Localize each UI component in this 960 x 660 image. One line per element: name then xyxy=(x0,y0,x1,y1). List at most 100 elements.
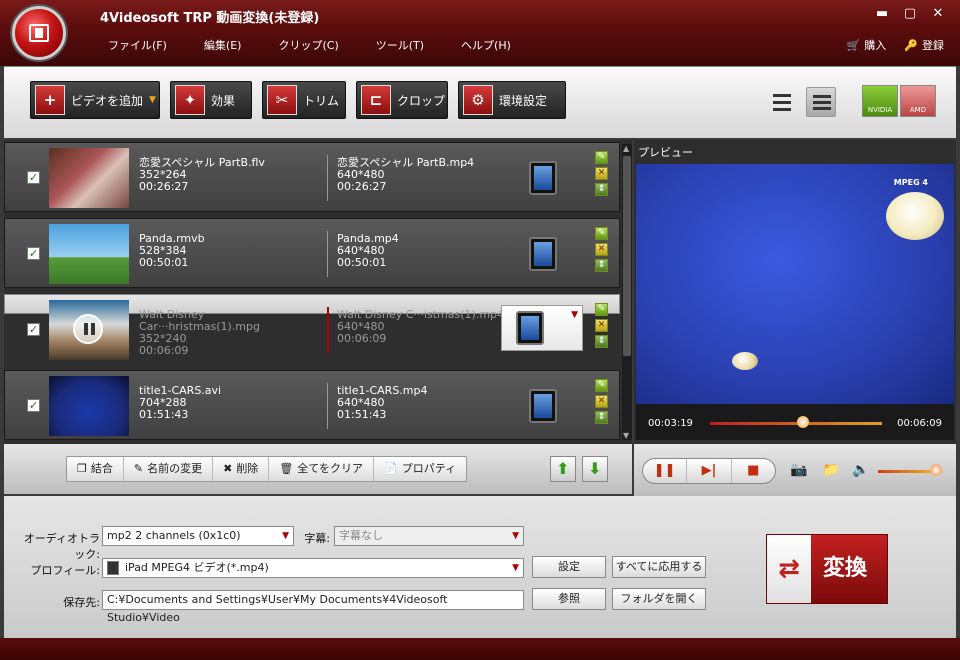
expand-icon[interactable]: ⇕ xyxy=(595,411,608,424)
chevron-down-icon: ▼ xyxy=(512,563,519,573)
dropdown-arrow-icon[interactable]: ▼ xyxy=(149,95,156,105)
video-thumbnail xyxy=(49,148,129,208)
divider xyxy=(327,307,329,353)
ipad-device-icon xyxy=(516,311,544,345)
buy-link[interactable]: 🛒 購入 xyxy=(847,37,887,53)
edit-icon[interactable]: ✎ xyxy=(595,151,608,164)
convert-button[interactable]: ⇄ 変換 xyxy=(766,534,888,604)
stop-button[interactable]: ■ xyxy=(732,459,775,483)
scrollbar-thumb[interactable] xyxy=(623,156,631,356)
apply-all-button[interactable]: すべてに応用する xyxy=(612,556,706,578)
output-info: Walt Disney C···istmas(1).mp4 640*480 00… xyxy=(337,308,505,345)
camera-icon[interactable]: 📷 xyxy=(790,462,807,478)
trim-button[interactable]: ✂ トリム xyxy=(262,81,346,119)
save-path-input[interactable]: C:¥Documents and Settings¥User¥My Docume… xyxy=(102,590,524,624)
remove-icon[interactable]: ✕ xyxy=(595,395,608,408)
gear-icon: ⚙ xyxy=(463,85,493,115)
file-checkbox[interactable]: ✓ xyxy=(27,247,40,260)
ipad-device-icon[interactable] xyxy=(529,237,557,271)
trash-icon: 🗑 xyxy=(279,462,294,475)
pause-overlay-icon[interactable] xyxy=(73,314,103,344)
list-toolbar: ❐ 結合 ✎ 名前の変更 ✖ 削除 🗑 全てをクリア 📄 プロパティ ⬆ ⬇ xyxy=(4,444,632,494)
menu-clip[interactable]: クリップ(C) xyxy=(278,37,338,53)
pause-button[interactable]: ❚❚ xyxy=(643,459,688,483)
properties-button[interactable]: 📄 プロパティ xyxy=(374,457,466,481)
browse-button[interactable]: 参照 xyxy=(532,588,606,610)
remove-icon[interactable]: ✕ xyxy=(595,167,608,180)
crop-icon: ⊏ xyxy=(361,85,391,115)
file-row[interactable]: ✓ 恋愛スペシャル PartB.flv 352*264 00:26:27 恋愛ス… xyxy=(4,142,620,212)
file-list: ✓ 恋愛スペシャル PartB.flv 352*264 00:26:27 恋愛ス… xyxy=(4,140,632,444)
register-link[interactable]: 🔑 登録 xyxy=(904,37,944,53)
detail-view-button[interactable] xyxy=(806,87,836,117)
file-checkbox[interactable]: ✓ xyxy=(27,323,40,336)
step-forward-button[interactable]: ▶| xyxy=(687,459,732,483)
volume-knob[interactable] xyxy=(929,464,942,476)
list-view-button[interactable] xyxy=(766,87,796,117)
progress-track[interactable] xyxy=(710,422,882,425)
amd-gpu-badge[interactable]: AMD xyxy=(900,85,936,117)
effect-button[interactable]: ✦ 効果 xyxy=(170,81,252,119)
nvidia-gpu-badge[interactable]: NVIDIA xyxy=(862,85,898,117)
app-logo-icon xyxy=(12,6,66,60)
menu-file[interactable]: ファイル(F) xyxy=(108,37,167,53)
preferences-button[interactable]: ⚙ 環境設定 xyxy=(458,81,566,119)
file-row[interactable]: ✓ Panda.rmvb 528*384 00:50:01 Panda.mp4 … xyxy=(4,218,620,288)
remove-icon[interactable]: ✕ xyxy=(595,319,608,332)
delete-button[interactable]: ✖ 削除 xyxy=(213,457,270,481)
rename-button[interactable]: ✎ 名前の変更 xyxy=(124,457,214,481)
audio-track-label: オーディオトラック: xyxy=(23,532,100,561)
profile-label: プロフィール: xyxy=(30,564,101,577)
settings-button[interactable]: 設定 xyxy=(532,556,606,578)
open-folder-button[interactable]: フォルダを開く xyxy=(612,588,706,610)
ipad-device-icon[interactable] xyxy=(529,161,557,195)
close-button[interactable]: ✕ xyxy=(930,6,946,22)
minimize-button[interactable]: ▬ xyxy=(874,6,890,22)
expand-icon[interactable]: ⇕ xyxy=(595,259,608,272)
chevron-down-icon: ▼ xyxy=(512,531,519,541)
playback-progress-bar: 00:03:19 00:06:09 xyxy=(636,404,954,440)
audio-track-select[interactable]: mp2 2 channels (0x1c0) ▼ xyxy=(102,526,294,546)
key-icon: 🔑 xyxy=(904,39,918,52)
source-info: 恋愛スペシャル PartB.flv 352*264 00:26:27 xyxy=(139,156,265,193)
progress-knob[interactable] xyxy=(796,416,809,428)
expand-icon[interactable]: ⇕ xyxy=(595,335,608,348)
move-up-button[interactable]: ⬆ xyxy=(550,456,576,482)
scroll-down-icon[interactable]: ▼ xyxy=(623,431,629,440)
file-list-scrollbar[interactable]: ▲ ▼ xyxy=(622,144,632,440)
preview-panel: プレビュー MPEG 4 00:03:19 00:06:09 ❚❚ ▶| ■ 📷… xyxy=(634,140,956,496)
move-down-button[interactable]: ⬇ xyxy=(582,456,608,482)
file-row[interactable]: ✓ title1-CARS.avi 704*288 01:51:43 title… xyxy=(4,370,620,440)
edit-icon[interactable]: ✎ xyxy=(595,379,608,392)
file-checkbox[interactable]: ✓ xyxy=(27,399,40,412)
effect-stars-icon: ✦ xyxy=(175,85,205,115)
settings-panel: オーディオトラック: mp2 2 channels (0x1c0) ▼ 字幕: … xyxy=(4,496,956,638)
profile-dropdown[interactable]: ▼ xyxy=(501,305,583,351)
file-checkbox[interactable]: ✓ xyxy=(27,171,40,184)
file-row-selected[interactable]: ✓ Walt Disney Car···hristmas(1).mpg 352*… xyxy=(4,294,620,360)
expand-icon[interactable]: ⇕ xyxy=(595,183,608,196)
profile-select[interactable]: iPad MPEG4 ビデオ(*.mp4) ▼ xyxy=(102,558,524,578)
scroll-up-icon[interactable]: ▲ xyxy=(623,144,629,153)
add-video-button[interactable]: + ビデオを追加 ▼ xyxy=(30,81,160,119)
ipad-device-icon[interactable] xyxy=(529,389,557,423)
edit-icon[interactable]: ✎ xyxy=(595,227,608,240)
clear-all-button[interactable]: 🗑 全てをクリア xyxy=(269,457,375,481)
merge-button[interactable]: ❐ 結合 xyxy=(67,457,124,481)
preview-title: プレビュー xyxy=(638,146,693,159)
crop-button[interactable]: ⊏ クロップ xyxy=(356,81,448,119)
app-title: 4Videosoft TRP 動画変換(未登録) xyxy=(100,11,320,26)
maximize-button[interactable]: ▢ xyxy=(902,6,918,22)
source-info: title1-CARS.avi 704*288 01:51:43 xyxy=(139,384,222,421)
menu-tools[interactable]: ツール(T) xyxy=(376,37,424,53)
speaker-icon[interactable]: 🔈 xyxy=(852,462,869,478)
remove-icon[interactable]: ✕ xyxy=(595,243,608,256)
delete-x-icon: ✖ xyxy=(223,462,233,475)
folder-icon[interactable]: 📁 xyxy=(822,462,839,478)
menu-edit[interactable]: 編集(E) xyxy=(204,37,242,53)
source-info: Panda.rmvb 528*384 00:50:01 xyxy=(139,232,205,269)
edit-icon[interactable]: ✎ xyxy=(595,303,608,316)
save-path-label: 保存先: xyxy=(63,596,100,609)
subtitle-select[interactable]: 字幕なし ▼ xyxy=(334,526,524,546)
menu-help[interactable]: ヘルプ(H) xyxy=(461,37,511,53)
